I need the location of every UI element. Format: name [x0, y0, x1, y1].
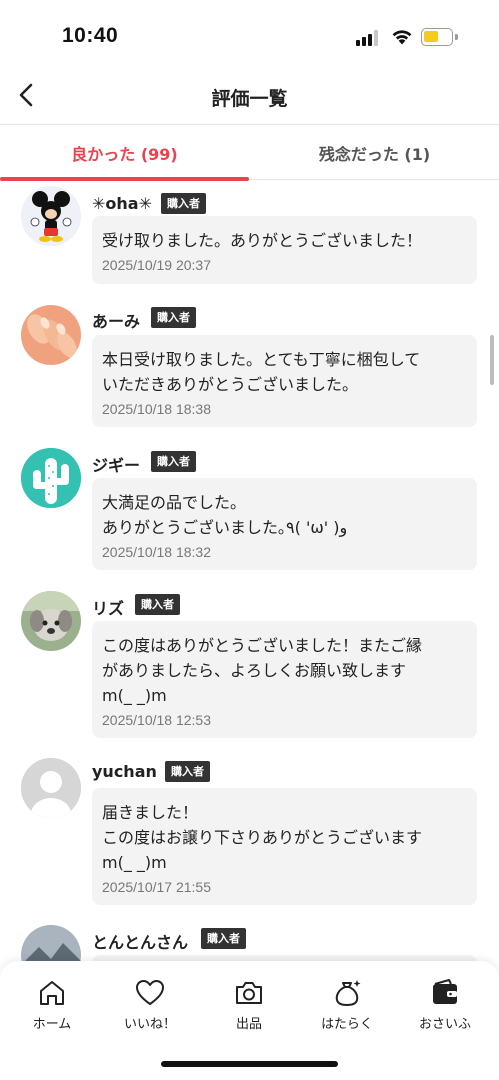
review-comment: 本日受け取りました。とても丁寧に梱包して いただきありがとうございました。 [102, 350, 421, 394]
buyer-badge: 購入者 [151, 451, 196, 472]
nav-wallet[interactable]: おさいふ [400, 977, 490, 1032]
reviewer-name[interactable]: リズ [92, 595, 124, 619]
header: 評価一覧 [0, 70, 499, 124]
landscape-photo-icon [21, 925, 81, 961]
reviewer-name[interactable]: あーみ [92, 308, 140, 332]
reviewer-name[interactable]: ジギー [92, 452, 140, 476]
avatar[interactable] [21, 925, 81, 961]
nav-wallet-label: おさいふ [418, 1017, 471, 1032]
battery-cap [455, 34, 458, 40]
review-comment: 届きました！ この度はお譲り下さりありがとうございます m(_ _)m [102, 803, 423, 872]
review-list[interactable]: ✳︎oha✳︎ 購入者 受け取りました。ありがとうございました！ 2025/10… [0, 181, 499, 961]
nav-sell[interactable]: 出品 [204, 977, 294, 1032]
wifi-icon [392, 30, 412, 45]
review-date: 2025/10/18 12:53 [102, 712, 211, 728]
avatar[interactable] [21, 591, 81, 651]
avatar[interactable] [21, 758, 81, 818]
nav-work[interactable]: はたらく [302, 977, 392, 1032]
battery-icon [421, 28, 453, 46]
status-time: 10:40 [62, 24, 119, 47]
avatar[interactable] [21, 186, 81, 246]
review-date: 2025/10/18 18:38 [102, 401, 211, 417]
reviewer-name[interactable]: ✳︎oha✳︎ [92, 194, 152, 213]
buyer-badge: 購入者 [201, 928, 246, 949]
avatar[interactable] [21, 448, 81, 508]
cellular-signal-icon [356, 30, 380, 46]
review-bubble: 本日受け取りました。とても丁寧に梱包して いただきありがとうございました。 20… [92, 335, 477, 427]
camera-icon [236, 982, 262, 1004]
review-bubble: 大満足の品でした。 ありがとうございました｡٩( 'ω' )و 2025/10/… [92, 478, 477, 570]
reviewer-name[interactable]: yuchan [92, 762, 157, 781]
nav-home[interactable]: ホーム [7, 977, 97, 1032]
cactus-icon [21, 448, 81, 508]
dog-photo-icon [21, 591, 81, 651]
buyer-badge: 購入者 [165, 761, 210, 782]
reviewer-name[interactable]: とんとんさん [92, 929, 188, 953]
home-icon [40, 981, 64, 1005]
buyer-badge: 購入者 [161, 193, 206, 214]
nav-sell-label: 出品 [235, 1017, 262, 1032]
review-comment: 大満足の品でした。 ありがとうございました｡٩( 'ω' )و [102, 493, 348, 537]
money-bag-icon [335, 980, 361, 1006]
review-comment: 受け取りました。ありがとうございました！ [102, 231, 423, 250]
review-bubble: 受け取りました。ありがとうございました！ 2025/10/19 20:37 [92, 216, 477, 284]
nav-likes-label: いいね！ [123, 1017, 176, 1032]
nav-work-label: はたらく [321, 1017, 373, 1032]
heart-icon [136, 980, 164, 1005]
review-bubble: 届きました！ この度はお譲り下さりありがとうございます m(_ _)m 2025… [92, 788, 477, 905]
tab-bad[interactable]: 残念だった (1) [250, 125, 499, 180]
page-title: 評価一覧 [211, 88, 288, 110]
review-date: 2025/10/17 21:55 [102, 879, 211, 895]
scrollbar[interactable] [490, 335, 494, 385]
review-comment: この度はありがとうございました！またご縁 がありましたら、よろしくお願い致します… [102, 636, 423, 705]
nav-likes[interactable]: いいね！ [105, 977, 195, 1032]
wallet-icon [433, 979, 457, 1004]
review-bubble: この度はありがとうございました！またご縁 がありましたら、よろしくお願い致します… [92, 621, 477, 738]
avatar[interactable] [21, 305, 81, 365]
mouse-character-icon [21, 186, 81, 246]
review-date: 2025/10/19 20:37 [102, 257, 211, 273]
tab-bar: 良かった (99) 残念だった (1) [0, 124, 499, 181]
status-bar: 10:40 [0, 0, 499, 70]
nav-home-label: ホーム [32, 1017, 72, 1032]
default-user-icon [21, 758, 81, 818]
tab-good[interactable]: 良かった (99) [0, 125, 249, 180]
buyer-badge: 購入者 [151, 307, 196, 328]
nail-photo-icon [21, 305, 81, 365]
buyer-badge: 購入者 [135, 594, 180, 615]
review-date: 2025/10/18 18:32 [102, 544, 211, 560]
home-indicator[interactable] [161, 1061, 338, 1067]
